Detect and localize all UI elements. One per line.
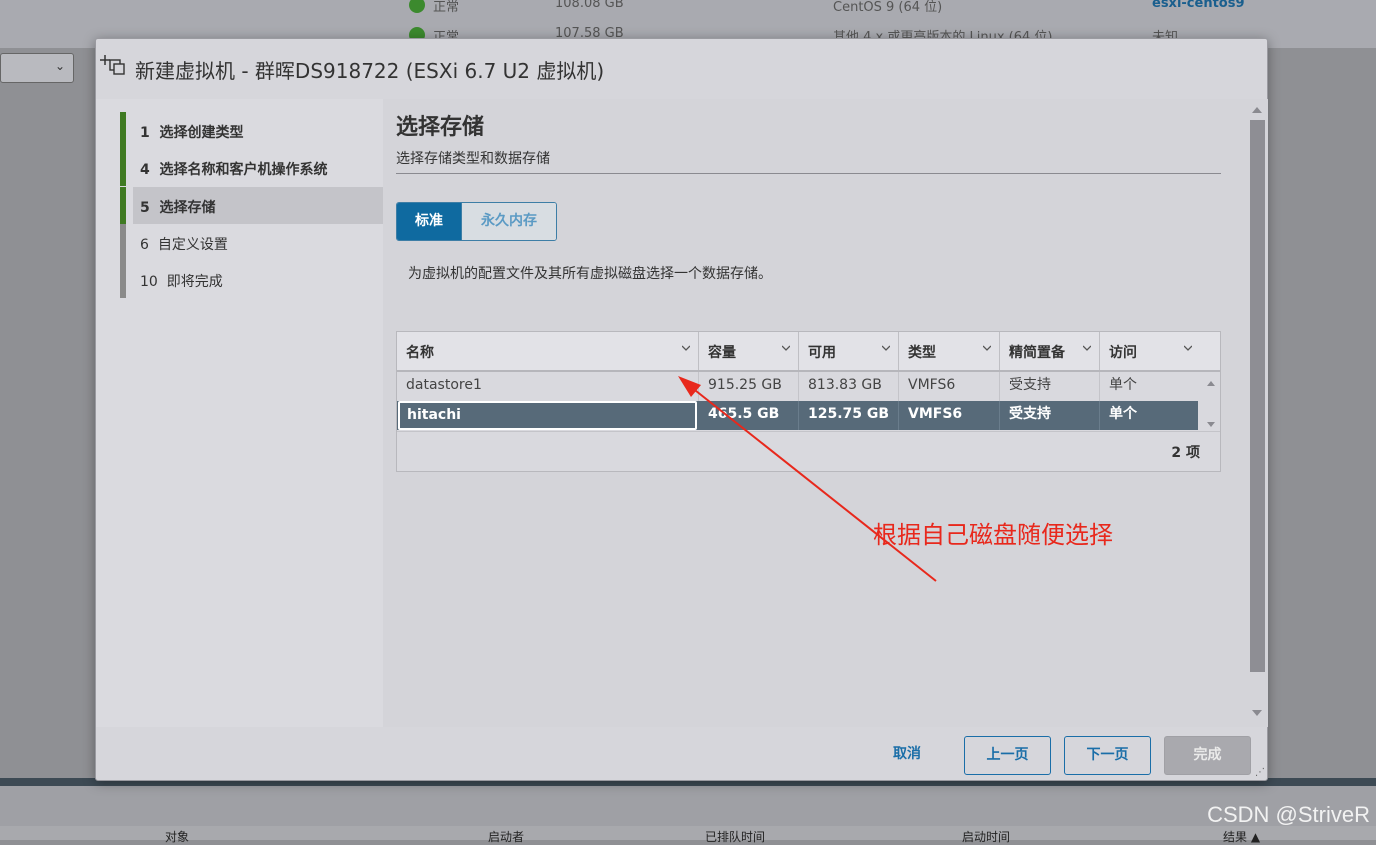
new-vm-icon (100, 55, 125, 75)
step-select-creation-type[interactable]: 1 选择创建类型 (120, 112, 383, 149)
new-vm-dialog: 新建虚拟机 - 群晖DS918722 (ESXi 6.7 U2 虚拟机) 1 选… (95, 38, 1268, 781)
wizard-steps: 1 选择创建类型 4 选择名称和客户机操作系统 5 选择存储 6 自定义设置 1… (96, 99, 383, 727)
annotation-text: 根据自己磁盘随便选择 (873, 521, 1113, 549)
dialog-footer: 取消 上一页 下一页 完成 ⋰ (96, 727, 1267, 780)
dialog-title: 新建虚拟机 - 群晖DS918722 (ESXi 6.7 U2 虚拟机) (135, 59, 605, 83)
step-progress-bar (120, 261, 126, 298)
scroll-up-icon[interactable] (1252, 106, 1262, 114)
step-ready-to-complete: 10 即将完成 (120, 261, 383, 298)
wizard-content: 选择存储 选择存储类型和数据存储 标准 永久内存 为虚拟机的配置文件及其所有虚拟… (383, 99, 1247, 727)
status-ok-icon (409, 0, 425, 13)
step-customize-settings: 6 自定义设置 (120, 224, 383, 261)
cancel-button[interactable]: 取消 (875, 736, 939, 775)
background-dropdown[interactable]: ⌄ (0, 53, 74, 83)
previous-page-button[interactable]: 上一页 (964, 736, 1051, 775)
step-select-storage[interactable]: 5 选择存储 (120, 187, 383, 224)
chevron-down-icon: ⌄ (54, 59, 65, 73)
scroll-down-icon[interactable] (1252, 709, 1262, 717)
step-progress-bar (120, 224, 126, 261)
watermark: CSDN @StriveR (1207, 802, 1370, 827)
red-arrow-annotation (678, 376, 937, 582)
scrollbar-thumb[interactable] (1250, 120, 1265, 672)
resize-handle-icon[interactable]: ⋰ (1255, 767, 1265, 778)
step-progress-bar (120, 187, 126, 224)
next-page-button[interactable]: 下一页 (1064, 736, 1151, 775)
finish-button[interactable]: 完成 (1164, 736, 1251, 775)
background-vm-row[interactable]: 正常 108.08 GB CentOS 9 (64 位) esxi-centos… (395, 0, 1376, 16)
step-select-name-and-os[interactable]: 4 选择名称和客户机操作系统 (120, 149, 383, 186)
step-progress-bar (120, 112, 126, 149)
dialog-header: 新建虚拟机 - 群晖DS918722 (ESXi 6.7 U2 虚拟机) (96, 39, 1267, 99)
step-progress-bar (120, 149, 126, 186)
content-scrollbar[interactable] (1247, 99, 1268, 727)
background-task-headers: 对象 启动者 已排队时间 启动时间 结果 ▲ (0, 826, 1376, 844)
